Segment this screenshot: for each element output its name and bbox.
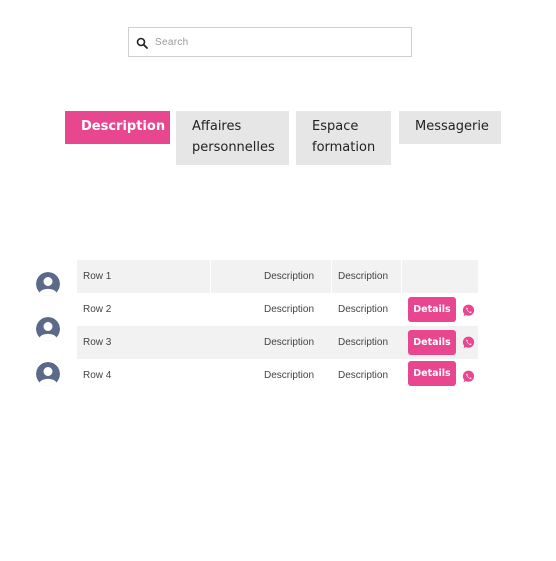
row-description: Description <box>338 370 389 381</box>
row-description: Description <box>338 304 389 315</box>
tab-messagerie[interactable]: Messagerie <box>399 111 501 144</box>
row-name: Row 3 <box>83 337 112 348</box>
row-description: Description <box>338 337 389 348</box>
table-row: Row 4 Description Description Details <box>77 359 478 392</box>
data-table: Row 1 Description Description Row 2 Desc… <box>77 260 478 392</box>
user-avatar-icon <box>36 317 60 341</box>
row-name: Row 2 <box>83 304 112 315</box>
row-name: Row 1 <box>83 271 112 282</box>
search-input[interactable] <box>155 36 395 48</box>
column-divider <box>210 260 211 293</box>
details-button[interactable]: Details <box>408 297 456 322</box>
table-row: Row 1 Description Description <box>77 260 478 293</box>
row-description: Description <box>264 370 315 381</box>
whatsapp-icon[interactable] <box>462 370 475 383</box>
tab-description[interactable]: Description <box>65 111 170 144</box>
row-description: Description <box>264 337 315 348</box>
search-icon <box>136 36 148 49</box>
tab-espace-formation[interactable]: Espace formation <box>296 111 391 165</box>
whatsapp-icon[interactable] <box>462 336 475 349</box>
details-button[interactable]: Details <box>408 330 456 355</box>
row-name: Row 4 <box>83 370 112 381</box>
details-button[interactable]: Details <box>408 361 456 386</box>
user-avatar-icon <box>36 272 60 296</box>
tab-affaires-personnelles[interactable]: Affaires personnelles <box>176 111 289 165</box>
column-divider <box>401 260 402 293</box>
row-description: Description <box>338 271 389 282</box>
column-divider <box>331 260 332 293</box>
table-row: Row 3 Description Description Details <box>77 326 478 359</box>
search-bar[interactable] <box>128 27 412 57</box>
user-avatar-icon <box>36 362 60 386</box>
row-description: Description <box>264 271 315 282</box>
row-description: Description <box>264 304 315 315</box>
table-row: Row 2 Description Description Details <box>77 293 478 326</box>
whatsapp-icon[interactable] <box>462 304 475 317</box>
